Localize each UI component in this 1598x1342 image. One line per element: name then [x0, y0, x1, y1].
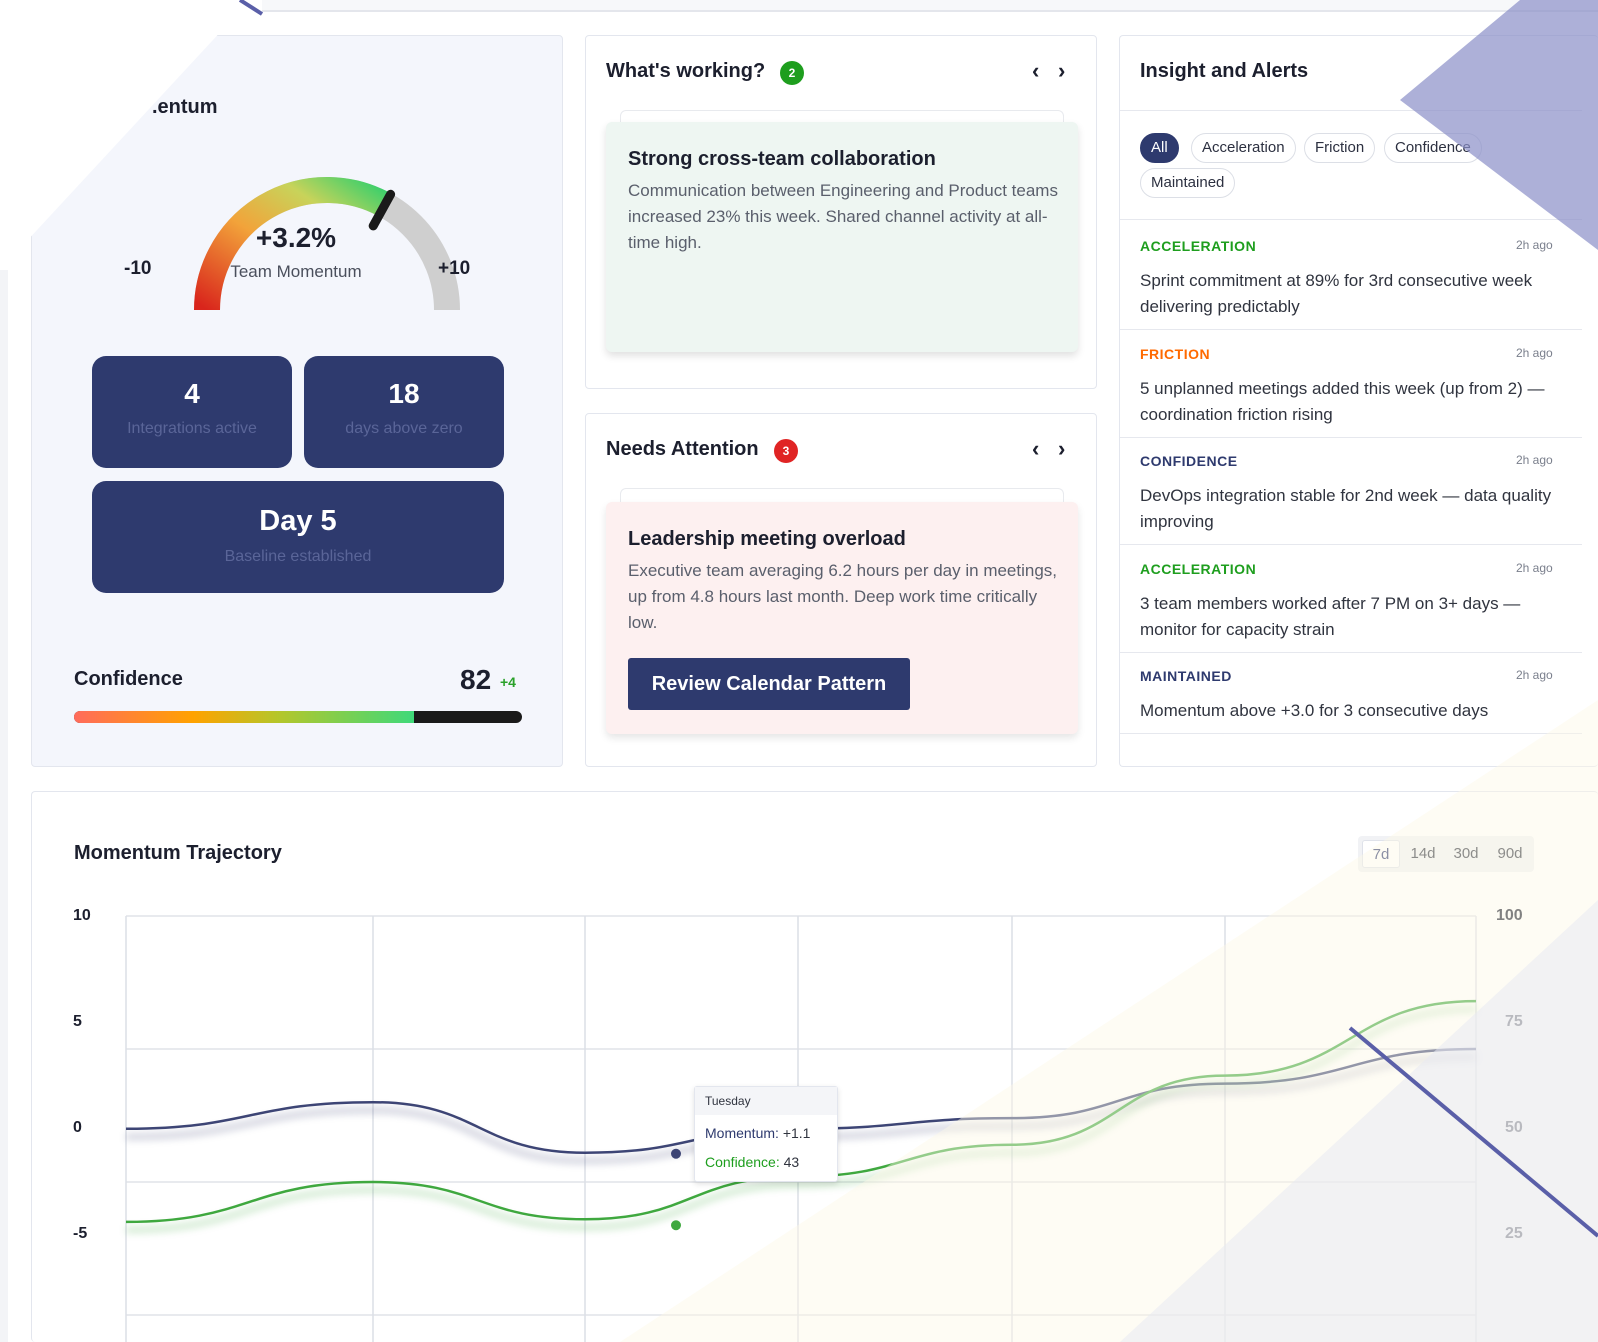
tooltip-confidence-value: 43: [783, 1154, 800, 1170]
tooltip-momentum-label: Momentum:: [705, 1125, 779, 1141]
alert-category: MAINTAINED: [1140, 668, 1232, 684]
gauge-min-label: -10: [124, 258, 152, 279]
momentum-title: .entum: [152, 96, 218, 118]
chevron-left-icon[interactable]: ‹: [1032, 58, 1039, 84]
alert-item[interactable]: CONFIDENCE 2h ago DevOps integration sta…: [1120, 437, 1582, 545]
needs-attention-card: Needs Attention 3 ‹ › Leadership meeting…: [585, 413, 1097, 767]
range-7d-button[interactable]: 7d: [1362, 840, 1400, 868]
confidence-delta: +4: [500, 674, 516, 690]
tooltip-momentum: Momentum: +1.1: [705, 1125, 810, 1141]
y-right-tick: 75: [1505, 1013, 1523, 1030]
whats-working-card: What's working? 2 ‹ › Strong cross-team …: [585, 35, 1097, 389]
confidence-value: 82: [460, 664, 492, 695]
alert-time: 2h ago: [1516, 453, 1553, 467]
range-14d-button[interactable]: 14d: [1404, 840, 1442, 868]
item-body: Executive team averaging 6.2 hours per d…: [628, 561, 1058, 632]
item-title: Leadership meeting overload: [628, 528, 906, 550]
insights-card: Insight and Alerts All Acceleration Fric…: [1119, 35, 1598, 767]
insights-divider: [1120, 219, 1582, 220]
y-right-tick: 25: [1505, 1225, 1523, 1242]
baseline-label: Baseline established: [224, 548, 372, 565]
tooltip-confidence: Confidence: 43: [705, 1154, 799, 1170]
baseline-tile: Day 5 Baseline established: [92, 481, 504, 593]
chevron-right-icon[interactable]: ›: [1058, 58, 1065, 84]
gauge-label: Team Momentum: [230, 262, 362, 281]
gauge-max-label: +10: [438, 258, 471, 279]
integrations-tile: 4 Integrations active: [92, 356, 292, 468]
range-90d-button[interactable]: 90d: [1490, 840, 1530, 868]
gauge-value: +3.2%: [255, 222, 337, 253]
range-selector: 7d 14d 30d 90d: [1358, 836, 1534, 872]
card-stack-shadow: [620, 488, 1064, 502]
filter-chip-maintained[interactable]: Maintained: [1140, 168, 1236, 198]
whats-working-title: What's working?: [606, 60, 766, 82]
alert-time: 2h ago: [1516, 346, 1553, 360]
y-right-tick: 100: [1496, 907, 1523, 924]
alert-item[interactable]: ACCELERATION 2h ago 3 team members worke…: [1120, 545, 1582, 653]
whats-working-item[interactable]: Strong cross-team collaboration Communic…: [606, 122, 1078, 352]
alert-item[interactable]: ACCELERATION 2h ago Sprint commitment at…: [1120, 222, 1582, 330]
confidence-label: Confidence: [74, 668, 183, 690]
integrations-label: Integrations active: [127, 420, 257, 437]
alert-time: 2h ago: [1516, 561, 1553, 575]
alert-text: 5 unplanned meetings added this week (up…: [1140, 379, 1545, 424]
alert-text: Sprint commitment at 89% for 3rd consecu…: [1140, 271, 1533, 316]
alert-category: ACCELERATION: [1140, 561, 1257, 577]
y-right-tick: 50: [1505, 1119, 1523, 1136]
momentum-card: .entum -10 +10 +3.2% Team Momentum 4 Int…: [31, 35, 563, 767]
needs-attention-count-badge: 3: [774, 439, 798, 463]
item-body: Communication between Engineering and Pr…: [628, 181, 1058, 252]
decorative-stroke: [238, 0, 264, 16]
alert-time: 2h ago: [1516, 668, 1553, 682]
whats-working-count-badge: 2: [780, 61, 804, 85]
integrations-count: 4: [184, 378, 200, 409]
filter-chip-friction[interactable]: Friction: [1304, 133, 1376, 163]
item-title: Strong cross-team collaboration: [628, 148, 936, 170]
alert-item[interactable]: FRICTION 2h ago 5 unplanned meetings add…: [1120, 330, 1582, 438]
y-left-tick: 0: [73, 1119, 82, 1136]
y-left-tick: -5: [73, 1225, 88, 1242]
filter-chip-acceleration[interactable]: Acceleration: [1191, 133, 1296, 163]
chevron-left-icon[interactable]: ‹: [1032, 436, 1039, 462]
baseline-day: Day 5: [259, 505, 337, 537]
tooltip-momentum-value: +1.1: [782, 1125, 811, 1141]
alert-time: 2h ago: [1516, 238, 1553, 252]
review-calendar-button[interactable]: Review Calendar Pattern: [628, 658, 910, 710]
tooltip-confidence-label: Confidence:: [705, 1154, 780, 1170]
filter-chip-confidence[interactable]: Confidence: [1384, 133, 1482, 163]
trajectory-card: Momentum Trajectory 7d 14d 30d 90d: [31, 791, 1598, 1342]
left-frame-edge: [0, 270, 8, 1342]
needs-attention-item[interactable]: Leadership meeting overload Executive te…: [606, 502, 1078, 734]
alert-category: ACCELERATION: [1140, 238, 1257, 254]
days-above-zero-tile: 18 days above zero: [304, 356, 504, 468]
tooltip-day: Tuesday: [695, 1087, 837, 1115]
alert-text: 3 team members worked after 7 PM on 3+ d…: [1140, 594, 1521, 639]
top-frame-edge: [262, 0, 1598, 12]
alert-category: FRICTION: [1140, 346, 1211, 362]
alert-text: Momentum above +3.0 for 3 consecutive da…: [1140, 701, 1489, 720]
filter-chip-all[interactable]: All: [1140, 133, 1179, 163]
y-left-tick: 10: [73, 907, 91, 924]
insights-title: Insight and Alerts: [1140, 60, 1309, 82]
days-above-zero-label: days above zero: [345, 420, 463, 437]
chart-tooltip: Tuesday Momentum: +1.1 Confidence: 43: [694, 1086, 838, 1182]
chevron-right-icon[interactable]: ›: [1058, 436, 1065, 462]
y-left-tick: 5: [73, 1013, 82, 1030]
alert-text: DevOps integration stable for 2nd week —…: [1140, 486, 1552, 531]
trajectory-title: Momentum Trajectory: [74, 842, 282, 864]
alert-item[interactable]: MAINTAINED 2h ago Momentum above +3.0 fo…: [1120, 652, 1582, 734]
days-above-zero-count: 18: [388, 378, 420, 409]
alert-category: CONFIDENCE: [1140, 453, 1238, 469]
needs-attention-title: Needs Attention: [606, 438, 759, 460]
insights-divider: [1120, 110, 1582, 111]
confidence-bar: [74, 711, 522, 723]
range-30d-button[interactable]: 30d: [1446, 840, 1486, 868]
confidence-bar-fill: [74, 711, 415, 723]
